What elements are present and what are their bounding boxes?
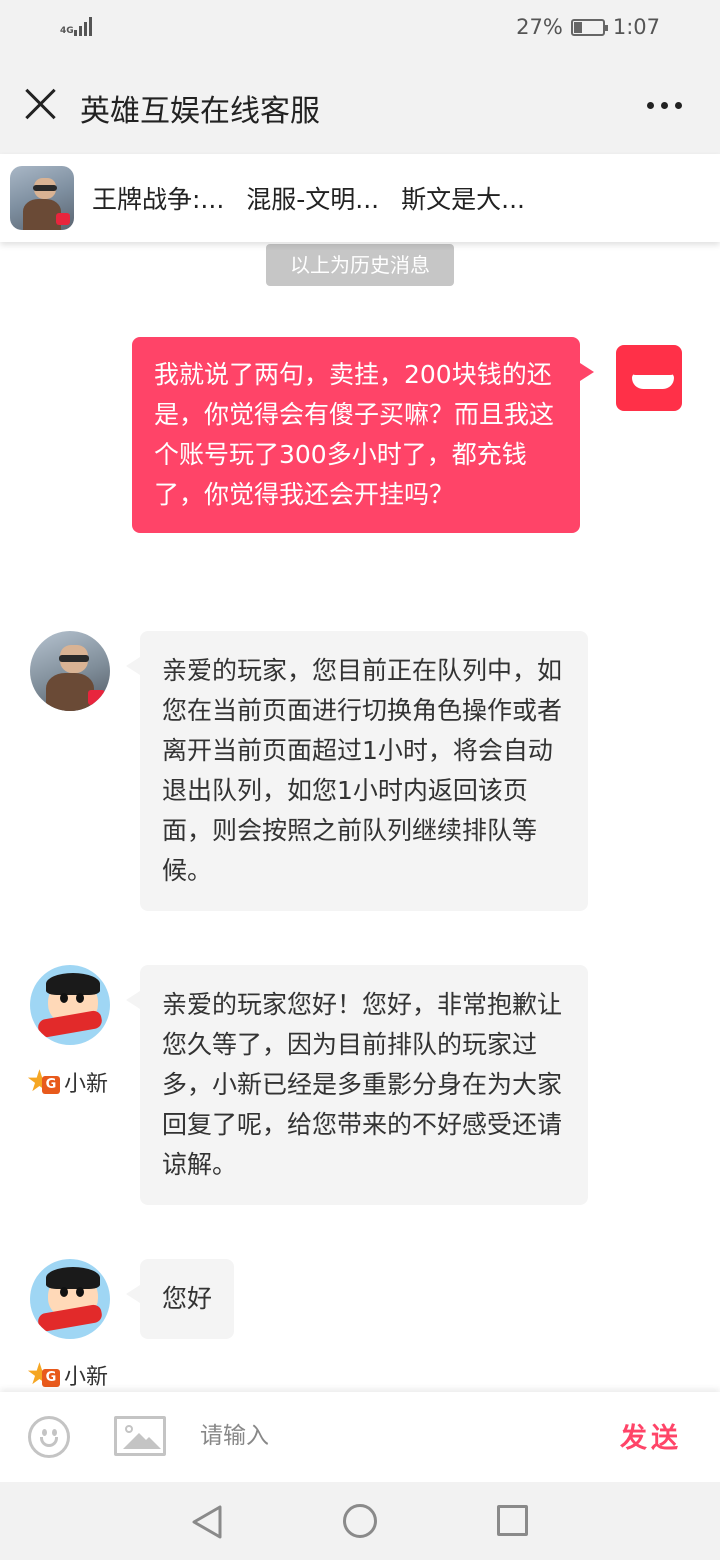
user-avatar[interactable] [616,345,682,411]
header: 英雄互娱在线客服 [0,58,720,154]
back-triangle-icon[interactable] [190,1504,224,1540]
message-input[interactable] [200,1412,580,1460]
battery-percent: 27% [516,15,563,39]
send-button[interactable]: 发送 [620,1416,682,1455]
message-bubble-outgoing: 我就说了两句，卖挂，200块钱的还是，你觉得会有傻子买嘛？而且我这个账号玩了30… [132,337,594,533]
message-bubble-incoming: 您好 [125,1259,235,1339]
agent-label: ★ G 小新 [26,1359,108,1391]
agent-avatar[interactable] [30,965,110,1045]
game-avatar[interactable] [30,631,110,711]
image-icon[interactable] [114,1416,166,1456]
page-title: 英雄互娱在线客服 [80,94,320,129]
agent-name: 小新 [64,1072,109,1097]
chat-area[interactable]: 以上为历史消息 我就说了两句，卖挂，200块钱的还是，你觉得会有傻子买嘛？而且我… [0,242,720,1392]
input-bar: 发送 [0,1392,720,1482]
agent-name: 小新 [64,1365,109,1390]
network-type: 4G [60,26,74,36]
game-item[interactable]: 斯文是大... [401,180,525,216]
level-star-icon: ★ G [26,1359,62,1391]
agent-avatar[interactable] [30,1259,110,1339]
game-selector-bar: 王牌战争:... 混服-文明... 斯文是大... [0,154,720,242]
level-star-icon: ★ G [26,1066,62,1098]
home-circle-icon[interactable] [343,1504,377,1538]
message-bubble-incoming: 亲爱的玩家您好！您好，非常抱歉让您久等了，因为目前排队的玩家过多，小新已经是多重… [126,965,588,1205]
signal-icon [74,16,92,36]
status-bar: 4G 27% 1:07 [0,0,720,58]
game-item[interactable]: 王牌战争:... [92,180,224,216]
clock: 1:07 [612,15,660,39]
game-avatar[interactable] [10,166,74,230]
system-nav-bar [0,1482,720,1560]
agent-label: ★ G 小新 [26,1066,108,1098]
emoji-icon[interactable] [28,1416,70,1458]
history-divider: 以上为历史消息 [266,244,454,286]
battery-icon [570,18,608,36]
more-icon[interactable] [647,102,682,109]
message-bubble-incoming: 亲爱的玩家，您目前正在队列中，如您在当前页面进行切换角色操作或者离开当前页面超过… [126,631,588,911]
signal-indicator: 4G [60,16,92,36]
close-icon[interactable] [22,86,58,122]
recent-square-icon[interactable] [497,1505,528,1536]
game-item[interactable]: 混服-文明... [246,180,379,216]
